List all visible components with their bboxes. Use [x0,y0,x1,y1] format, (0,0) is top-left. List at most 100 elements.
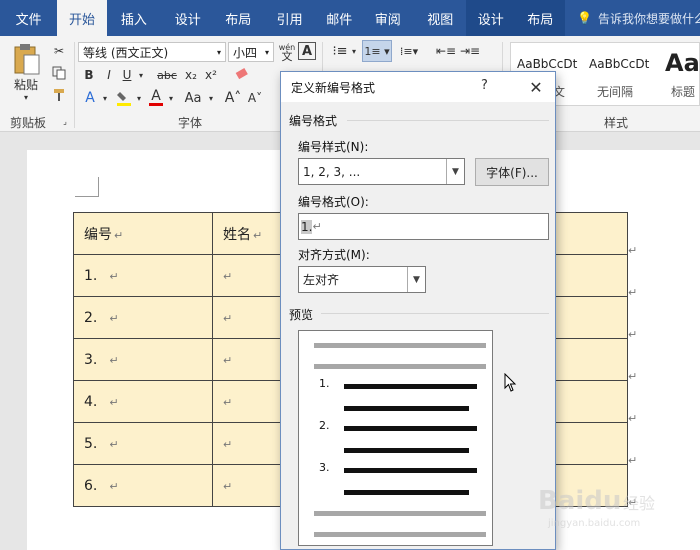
phonetic-guide-button[interactable]: wén 文 [276,41,298,63]
preview-gray-line [314,532,486,537]
tab-table-layout[interactable]: 布局 [515,0,566,36]
close-icon[interactable]: ✕ [525,76,547,98]
text-effects-button[interactable]: A [80,88,100,108]
numbering-button[interactable]: 1≡ ▾ [362,40,392,62]
tab-home[interactable]: 开始 [57,0,107,36]
return-mark: ↵ [223,437,233,451]
style-sample: AaB [665,49,700,77]
style-name: 无间隔 [597,85,634,99]
table-cell[interactable]: 5. ↵ [73,422,213,465]
number-format-input[interactable]: 1. ↵ [298,213,549,240]
define-number-format-dialog: 定义新编号格式 ? ✕ 编号格式 编号样式(N): 1, 2, 3, ... ▼… [280,71,556,550]
tab-mailings[interactable]: 邮件 [317,0,361,36]
font-button[interactable]: 字体(F)... [475,158,549,186]
row-end-mark: ↵ [628,244,638,257]
change-case-dropdown-icon[interactable]: ▾ [206,88,216,108]
row-end-mark: ↵ [628,286,638,299]
font-name-combo[interactable]: 等线 (西文正文) ▾ [78,42,226,62]
return-mark: ↵ [109,353,119,367]
clear-formatting-icon[interactable] [232,66,252,84]
tell-me-box[interactable]: 💡 告诉我你想要做什么 [565,0,700,36]
font-color-dropdown-icon[interactable]: ▾ [166,88,176,108]
preview-gray-line [314,511,486,516]
watermark-logo: Baidu [538,486,622,516]
preview-box: 1. 2. 3. [298,330,493,546]
preview-gray-line [314,343,486,348]
grow-font-button[interactable]: A˄ [224,88,242,108]
underline-dropdown-icon[interactable]: ▾ [136,66,146,84]
lightbulb-icon: 💡 [577,11,592,25]
chevron-down-icon: ▾ [264,47,269,57]
cut-icon[interactable]: ✂ [50,42,68,60]
return-mark: ↵ [114,228,124,242]
tab-table-design[interactable]: 设计 [465,0,516,36]
table-cell[interactable]: 6. ↵ [73,464,213,507]
paste-button[interactable]: 粘贴 [8,76,44,92]
alignment-value: 左对齐 [303,273,340,287]
paste-dropdown-icon[interactable]: ▾ [20,92,32,102]
number-style-label: 编号样式(N): [298,140,369,154]
font-size-combo[interactable]: 小四 ▾ [228,42,274,62]
highlight-dropdown-icon[interactable]: ▾ [134,88,144,108]
change-case-button[interactable]: Aa [180,88,206,108]
tab-references[interactable]: 引用 [262,0,317,36]
paste-icon[interactable] [8,42,44,78]
alignment-select[interactable]: 左对齐 ▼ [298,266,426,293]
table-header-cell[interactable]: 编号 ↵ [73,212,213,255]
bold-button[interactable]: B [80,66,98,84]
return-mark: ↵ [109,311,119,325]
underline-button[interactable]: U [118,66,136,84]
preview-gray-line [314,364,486,369]
tab-view[interactable]: 视图 [414,0,465,36]
highlight-icon[interactable] [114,88,134,108]
italic-button[interactable]: I [100,66,118,84]
section-number-format: 编号格式 [289,114,338,128]
preview-number: 3. [319,461,330,474]
tell-me-text: 告诉我你想要做什么 [597,11,700,26]
return-mark: ↵ [109,395,119,409]
shrink-font-button[interactable]: A˅ [246,88,264,108]
format-painter-icon[interactable] [50,86,68,104]
tab-review[interactable]: 审阅 [361,0,414,36]
table-cell[interactable]: 1. ↵ [73,254,213,297]
tab-insert[interactable]: 插入 [107,0,161,36]
divider [321,313,549,314]
style-no-spacing[interactable]: AaBbCcDt 无间隔 [583,43,661,105]
dialog-titlebar[interactable]: 定义新编号格式 [281,72,555,102]
table-cell[interactable]: 3. ↵ [73,338,213,381]
divider [347,120,549,121]
help-button[interactable]: ? [481,78,488,93]
styles-group-label: 样式 [604,116,629,130]
bullets-button[interactable]: ⁝≡ [330,42,350,60]
superscript-button[interactable]: x² [202,66,220,84]
divider [74,42,75,128]
strikethrough-button[interactable]: abc [156,66,178,84]
subscript-button[interactable]: x₂ [182,66,200,84]
clipboard-group-label: 剪贴板 [10,116,47,130]
row-number: 6. [84,477,98,494]
increase-indent-button[interactable]: ⇥≡ [460,42,480,60]
number-style-select[interactable]: 1, 2, 3, ... ▼ [298,158,465,185]
preview-black-line [344,448,469,453]
copy-icon[interactable] [50,64,68,82]
tab-design[interactable]: 设计 [161,0,214,36]
margin-corner-mark [75,177,99,197]
chevron-down-icon: ▾ [216,47,221,57]
style-heading[interactable]: AaB 标题 [661,43,700,105]
font-color-button[interactable]: A [146,88,166,108]
text-effects-dropdown-icon[interactable]: ▾ [100,88,110,108]
watermark: Baidu 经验 jingyan.baidu.com [538,470,668,530]
return-mark: ↵ [109,269,119,283]
chevron-down-icon: ▼ [407,267,425,292]
clipboard-launcher-icon[interactable]: ⌟ [60,116,70,126]
character-border-button[interactable]: A [298,42,316,60]
preview-black-line [344,384,477,389]
table-cell[interactable]: 2. ↵ [73,296,213,339]
multilevel-list-button[interactable]: ⁞≡▾ [396,42,422,60]
tab-layout[interactable]: 布局 [214,0,262,36]
bullets-dropdown-icon[interactable]: ▾ [350,42,358,60]
table-cell[interactable]: 4. ↵ [73,380,213,423]
decrease-indent-button[interactable]: ⇤≡ [436,42,456,60]
style-name: 标题 [671,85,696,99]
tab-file[interactable]: 文件 [0,0,57,36]
